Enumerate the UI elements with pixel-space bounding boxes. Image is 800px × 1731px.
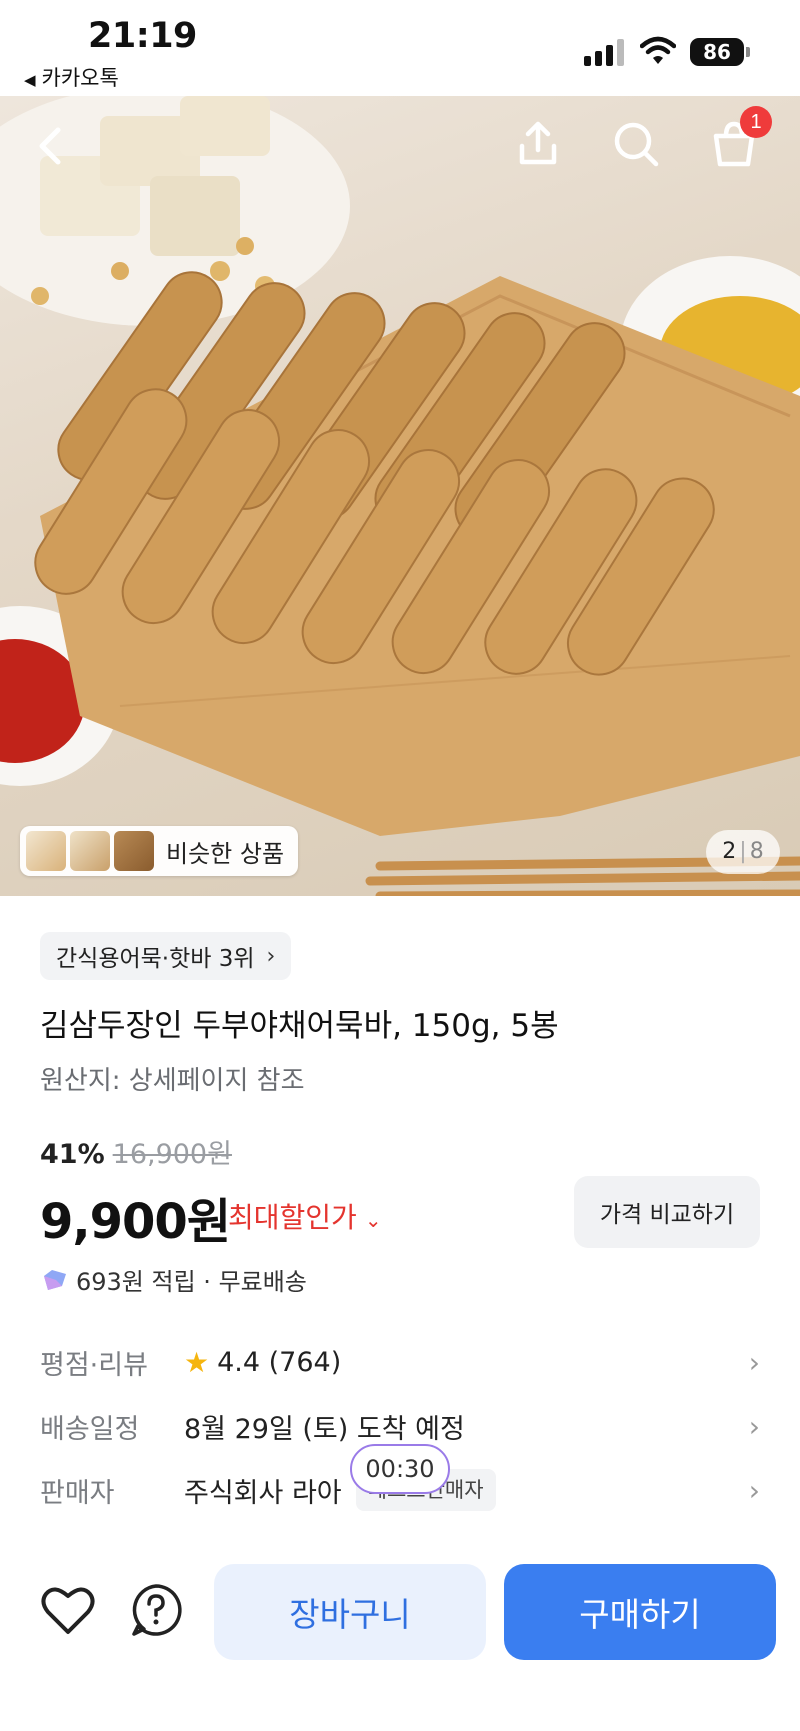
back-to-app-link[interactable]: ◀ 카카오톡: [24, 62, 119, 92]
rank-chip-label: 간식용어묵·핫바 3위: [56, 946, 255, 972]
product-origin: 원산지: 상세페이지 참조: [40, 1066, 305, 1096]
discount-row: 41% 16,900원: [40, 1132, 232, 1171]
chevron-down-icon: ⌄: [364, 1208, 382, 1232]
back-app-label: 카카오톡: [41, 66, 119, 90]
sale-price: 9,900원: [40, 1194, 231, 1250]
wifi-icon: [640, 36, 676, 64]
product-title: 김삼두장인 두부야채어묵바, 150g, 5봉: [40, 1008, 559, 1044]
category-rank-chip[interactable]: 간식용어묵·핫바 3위 ›: [40, 932, 292, 980]
cart-badge: 1: [740, 106, 772, 138]
image-counter-total: 8: [749, 839, 764, 864]
max-discount-label: 최대할인가: [228, 1201, 357, 1234]
discount-percent: 41%: [40, 1139, 105, 1170]
heart-icon[interactable]: [40, 1584, 96, 1636]
seller-label: 판매자: [40, 1477, 115, 1509]
points-shipping-text: 693원 적립 · 무료배송: [76, 1268, 307, 1296]
similar-thumb-1: [26, 831, 66, 871]
max-discount-toggle[interactable]: 최대할인가 ⌄: [228, 1196, 382, 1236]
battery-icon: 86: [690, 38, 744, 66]
add-to-cart-button[interactable]: 장바구니: [214, 1564, 486, 1660]
status-time: 21:19: [88, 16, 197, 56]
battery-tip: [746, 47, 750, 57]
status-bar: 21:19 ◀ 카카오톡 86: [0, 0, 800, 96]
chevron-right-icon: ›: [748, 1345, 760, 1379]
delivery-row[interactable]: 배송일정 8월 29일 (토) 도착 예정 ›: [40, 1406, 760, 1446]
similar-thumb-3: [114, 831, 154, 871]
rating-review-row[interactable]: 평점·리뷰 ★ 4.4 (764) ›: [40, 1342, 760, 1382]
back-triangle-icon: ◀: [24, 71, 36, 89]
rating-value: 4.4 (764): [217, 1346, 342, 1378]
star-icon: ★: [184, 1345, 210, 1379]
buy-now-button[interactable]: 구매하기: [504, 1564, 776, 1660]
points-shipping-row: 693원 적립 · 무료배송: [40, 1262, 307, 1297]
chevron-right-icon: ›: [748, 1473, 760, 1507]
points-gem-icon: [44, 1269, 66, 1290]
chevron-right-icon: ›: [748, 1409, 760, 1443]
product-photo: [0, 96, 800, 896]
similar-products-button[interactable]: 비슷한 상품: [20, 826, 299, 876]
delivery-label: 배송일정: [40, 1413, 140, 1445]
share-icon[interactable]: [510, 116, 566, 172]
image-counter: 2 | 8: [706, 830, 780, 874]
similar-thumb-2: [70, 831, 110, 871]
seller-name: 주식회사 라아: [184, 1477, 342, 1509]
timer-badge[interactable]: 00:30: [350, 1444, 450, 1494]
original-price: 16,900원: [112, 1139, 232, 1170]
product-image-gallery[interactable]: 1: [0, 96, 800, 896]
rating-label: 평점·리뷰: [40, 1349, 148, 1381]
image-counter-current: 2: [722, 839, 737, 864]
chevron-right-icon: ›: [266, 943, 276, 969]
signal-icon: [584, 38, 626, 66]
delivery-date: 8월 29일 (토) 도착 예정: [184, 1413, 465, 1445]
search-icon[interactable]: [608, 116, 664, 172]
question-icon[interactable]: [128, 1582, 184, 1638]
back-icon[interactable]: [24, 118, 80, 174]
price-compare-button[interactable]: 가격 비교하기: [574, 1176, 760, 1248]
similar-products-label: 비슷한 상품: [166, 839, 285, 868]
